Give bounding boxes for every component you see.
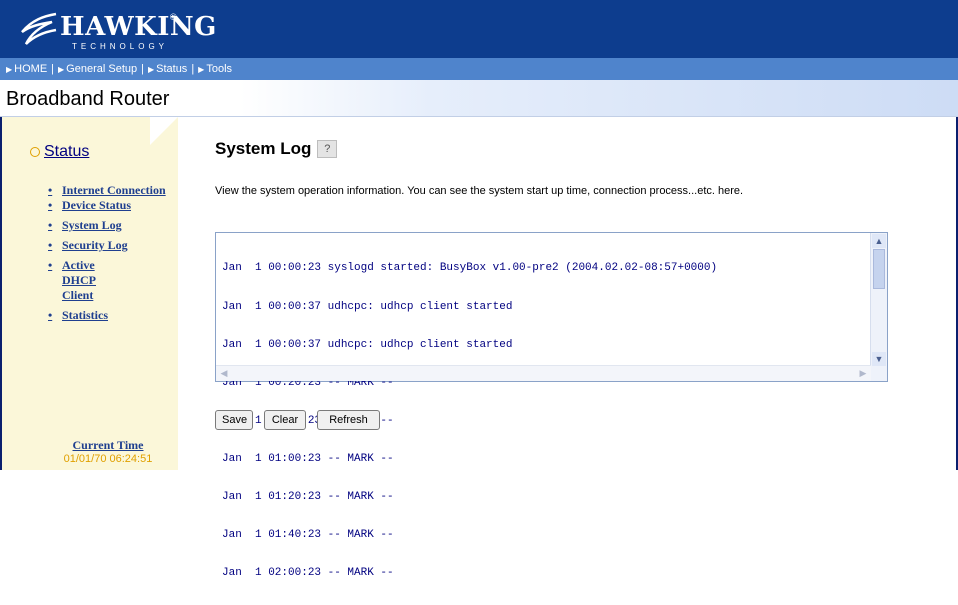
system-log-textarea[interactable]: Jan 1 00:00:23 syslogd started: BusyBox … (215, 232, 888, 579)
nav-label: HOME (14, 63, 48, 75)
sidebar-item-system-log[interactable]: • System Log (48, 218, 168, 233)
nav-separator: | (51, 63, 55, 75)
log-line: Jan 1 00:00:37 udhcpc: udhcp client star… (222, 300, 513, 313)
vertical-scrollbar[interactable]: ▲ ▼ (870, 233, 887, 367)
scrollbar-corner (871, 366, 887, 381)
log-line: Jan 1 01:40:23 -- MARK -- (222, 529, 394, 542)
top-banner: HAWKING ® TECHNOLOGY (0, 0, 958, 58)
sidebar-item-device-status[interactable]: • Device Status (48, 198, 168, 213)
sidebar-item-statistics[interactable]: • Statistics (48, 308, 168, 323)
scroll-left-icon[interactable]: ◀ (217, 367, 231, 380)
bullet-icon: • (48, 218, 53, 232)
header-bar: Broadband Router (0, 80, 958, 117)
registered-mark: ® (170, 12, 177, 22)
nav-status[interactable]: ▶ Status (148, 63, 187, 75)
log-line: Jan 1 02:00:23 -- MARK -- (222, 567, 394, 580)
current-time-value: 01/01/70 06:24:51 (63, 453, 153, 465)
log-line: Jan 1 00:00:23 syslogd started: BusyBox … (222, 262, 718, 275)
sidebar-item-label: Statistics (62, 308, 108, 322)
bullet-icon: • (48, 183, 53, 197)
scroll-up-icon[interactable]: ▲ (872, 234, 886, 248)
sidebar-item-active-dhcp-client[interactable]: • Active DHCP Client (48, 258, 128, 303)
scroll-right-icon[interactable]: ▶ (856, 367, 870, 380)
help-icon[interactable]: ? (317, 140, 338, 158)
nav-general-setup[interactable]: ▶ General Setup (58, 63, 137, 75)
sidebar-item-label: Security Log (62, 238, 128, 252)
clear-button[interactable]: Clear (264, 410, 306, 430)
log-line: Jan 1 00:00:37 udhcpc: udhcp client star… (222, 338, 513, 351)
bullet-icon: • (48, 238, 53, 252)
bullet-icon: • (48, 258, 53, 272)
nav-label: Tools (206, 63, 233, 75)
nav-tools[interactable]: ▶ Tools (198, 63, 232, 75)
product-title: Broadband Router (6, 88, 170, 110)
sidebar-menu: • Internet Connection • Device Status • Sys… (48, 183, 168, 328)
sidebar-item-label: Device Status (62, 198, 131, 212)
logo-tagline: TECHNOLOGY (72, 42, 169, 51)
triangle-right-icon: ▶ (198, 64, 205, 74)
nav-label: General Setup (66, 63, 138, 75)
current-time-label: Current Time (72, 438, 144, 452)
triangle-right-icon: ▶ (147, 64, 155, 74)
top-nav: ▶ HOME | ▶ General Setup | ▶ Status | ▶ Tool… (0, 58, 958, 80)
sidebar-item-label: Active DHCP Client (62, 258, 96, 302)
scroll-thumb[interactable] (873, 249, 885, 289)
scroll-down-icon[interactable]: ▼ (872, 352, 886, 366)
hawk-icon (21, 12, 57, 45)
sidebar-item-label: Internet Connection (62, 183, 166, 197)
triangle-right-icon: ▶ (58, 64, 65, 74)
logo-wordmark: HAWKING (60, 12, 217, 42)
sidebar-section-status[interactable]: Status (30, 143, 89, 161)
nav-separator: | (141, 63, 144, 75)
sidebar-item-internet-connection[interactable]: • Internet Connection (48, 183, 168, 198)
nav-label: Status (156, 63, 188, 75)
bullet-icon: • (48, 308, 53, 322)
circle-bullet-icon (30, 147, 40, 157)
page-title: System Log (215, 139, 312, 158)
current-time: Current Time 01/01/70 06:24:51 (60, 438, 156, 465)
log-line: Jan 1 01:00:23 -- MARK -- (222, 452, 394, 465)
hawking-logo: HAWKING ® TECHNOLOGY (16, 10, 216, 52)
bullet-icon: • (48, 198, 53, 212)
page-description: View the system operation information. Y… (215, 185, 744, 197)
sidebar-item-security-log[interactable]: • Security Log (48, 238, 168, 253)
page-title-row: System Log ? (215, 139, 338, 159)
save-button[interactable]: Save (215, 410, 253, 430)
triangle-right-icon: ▶ (6, 64, 13, 74)
sidebar-section-label: Status (44, 143, 90, 160)
horizontal-scrollbar[interactable]: ◀ ▶ (216, 365, 871, 381)
log-line: Jan 1 01:20:23 -- MARK -- (222, 491, 394, 504)
refresh-button[interactable]: Refresh (317, 410, 380, 430)
sidebar-item-label: System Log (62, 218, 122, 232)
nav-separator: | (191, 63, 195, 75)
nav-home[interactable]: ▶ HOME (6, 63, 47, 75)
sidebar-corner-fold (150, 117, 178, 145)
